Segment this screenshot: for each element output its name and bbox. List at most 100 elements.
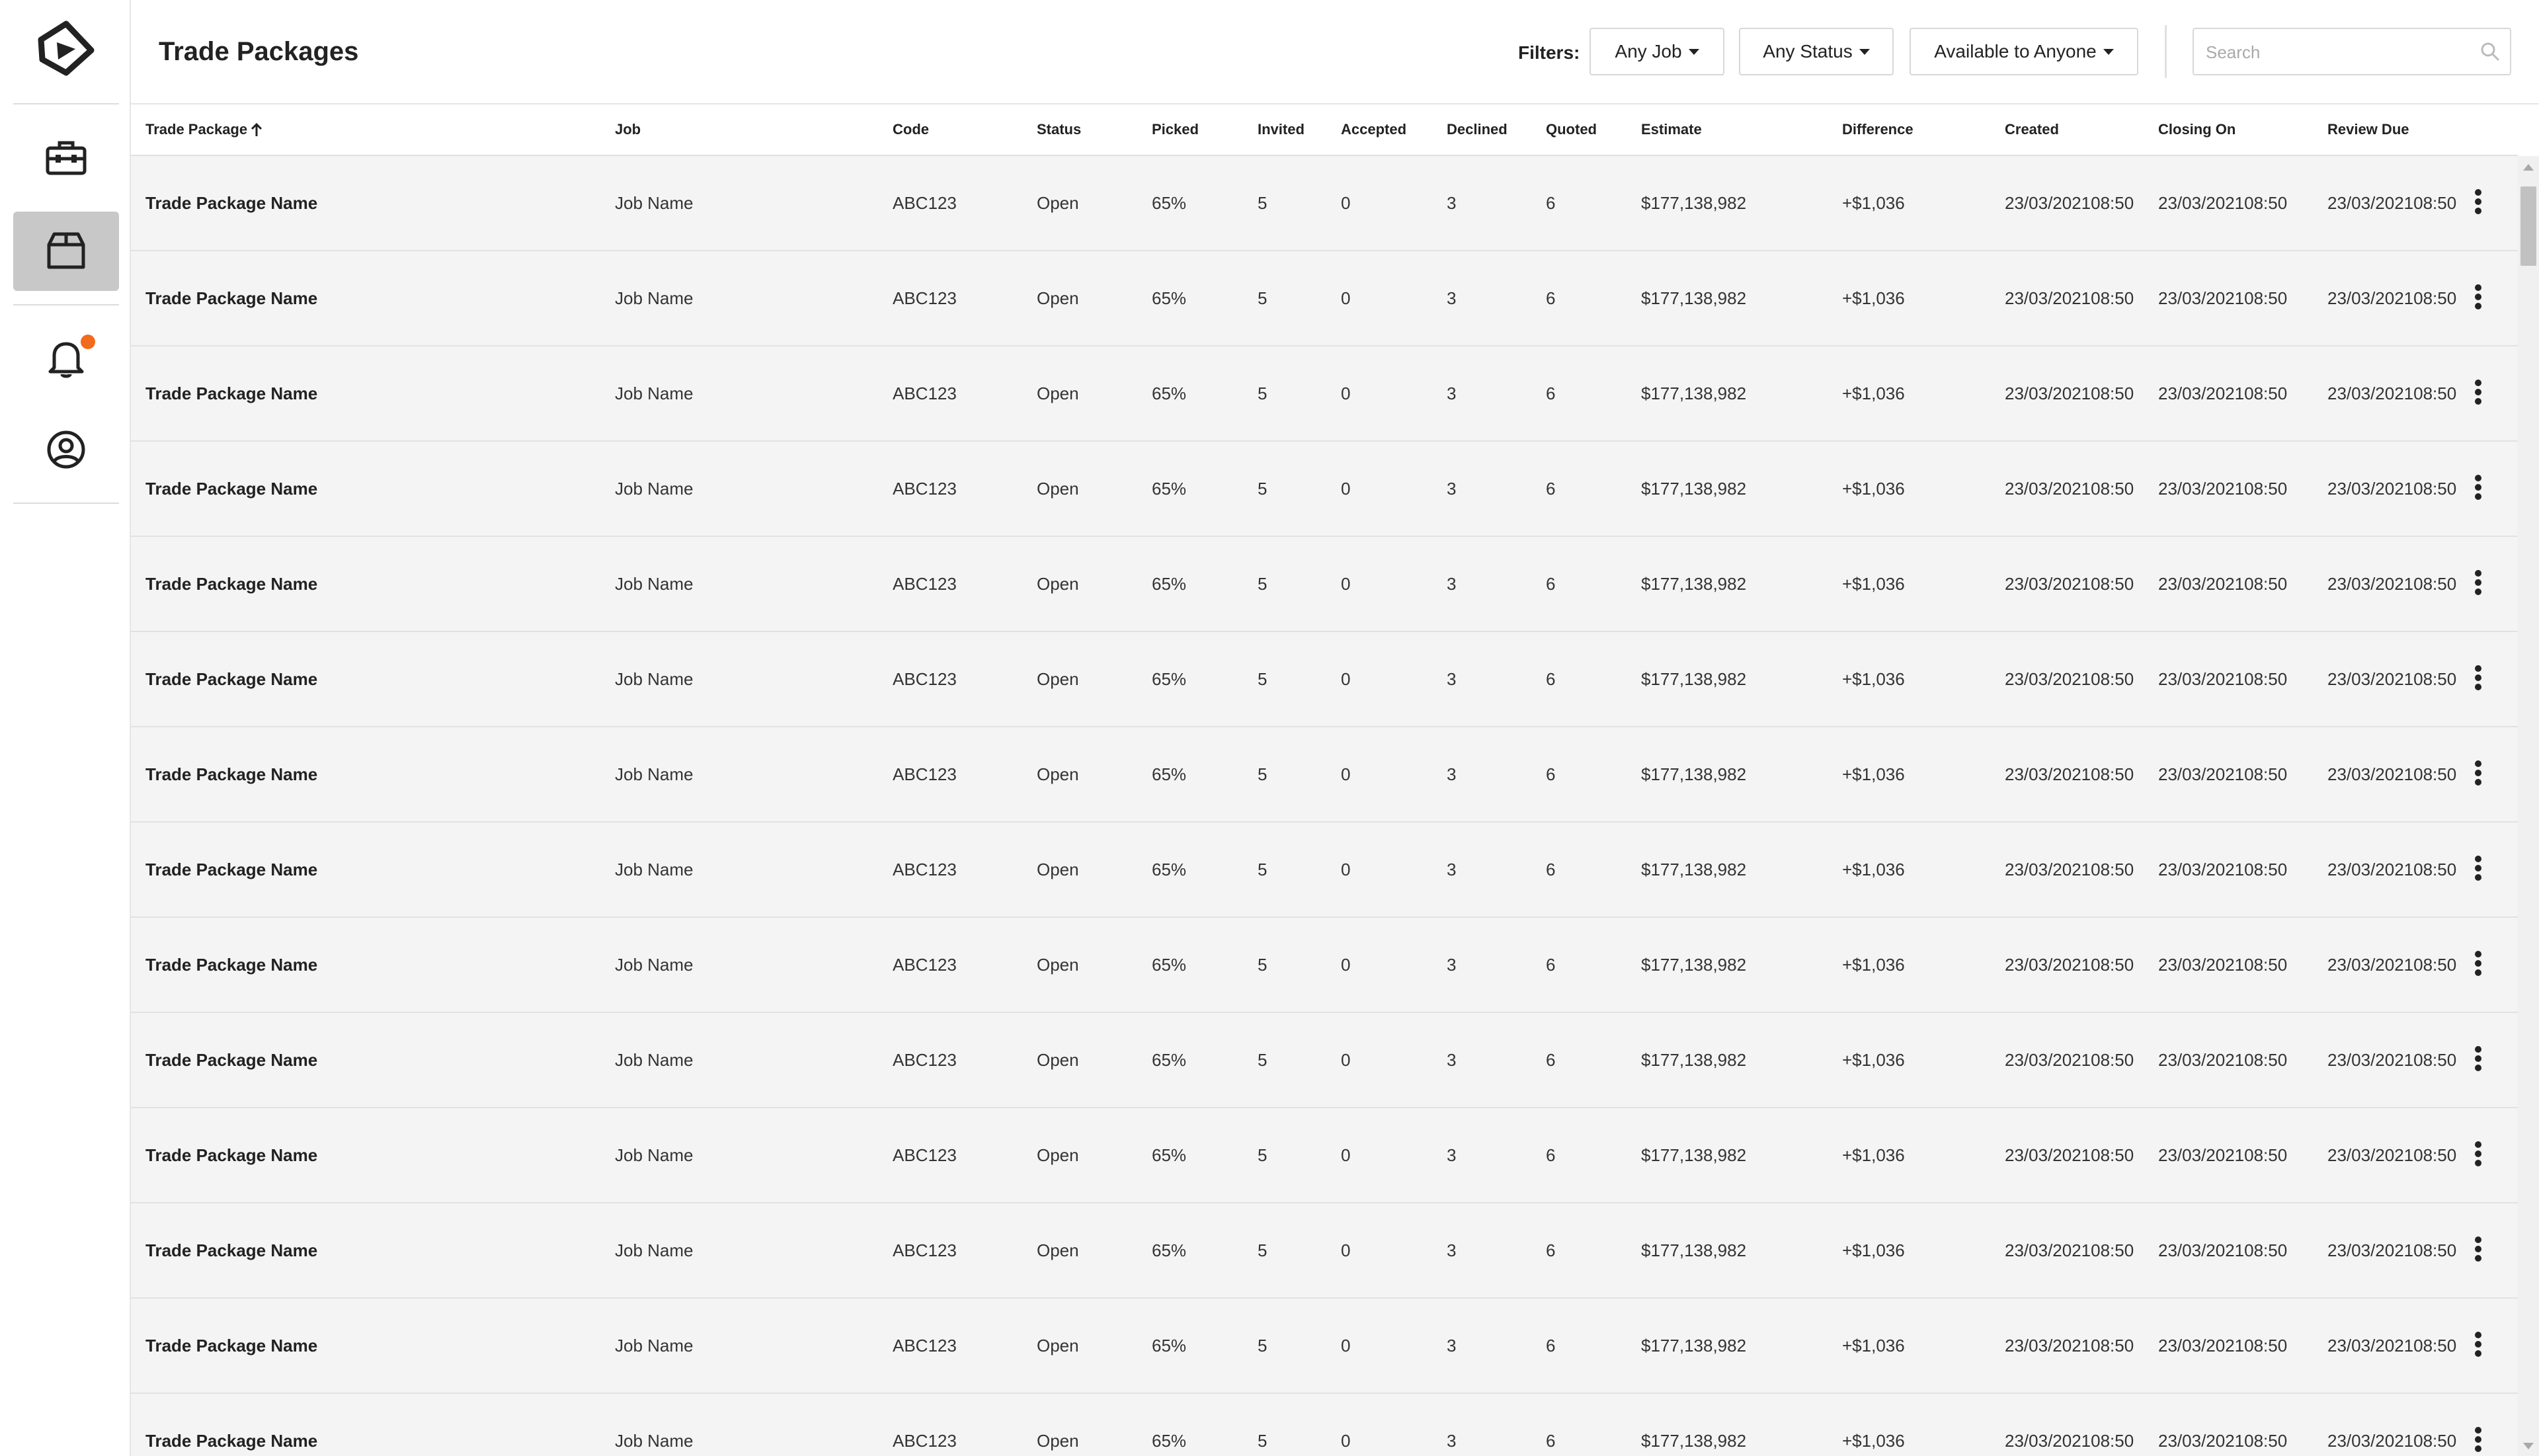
column-header-status[interactable]: Status: [1037, 104, 1081, 155]
cell-invited: 5: [1258, 954, 1268, 975]
search-icon[interactable]: [2479, 41, 2501, 62]
cell-review-time: 08:50: [2413, 193, 2457, 213]
cell-closing-date: 23/03/2021: [2158, 955, 2245, 975]
row-more-options-icon[interactable]: [2472, 570, 2485, 599]
cell-review: 23/03/2021 08:50: [2327, 537, 2456, 631]
column-header-trade-package[interactable]: Trade Package: [145, 104, 263, 155]
cell-code: ABC123: [893, 668, 957, 689]
sidebar-item-account[interactable]: [13, 410, 119, 489]
sidebar: [0, 0, 131, 1456]
column-header-job[interactable]: Job: [615, 104, 641, 155]
row-more-options-icon[interactable]: [2472, 1236, 2485, 1266]
column-header-invited[interactable]: Invited: [1258, 104, 1305, 155]
caret-down-icon: [1859, 48, 1870, 55]
table-row[interactable]: Trade Package Name Job Name ABC123 Open 65% 5…: [131, 1299, 2518, 1394]
column-header-difference[interactable]: Difference: [1842, 104, 1914, 155]
cell-status: Open: [1037, 954, 1079, 975]
cell-job: Job Name: [615, 192, 694, 213]
cell-created-time: 08:50: [2091, 1240, 2134, 1260]
search-box[interactable]: [2193, 28, 2511, 75]
cell-review: 23/03/2021 08:50: [2327, 918, 2456, 1012]
cell-estimate: $177,138,982: [1641, 859, 1747, 879]
row-more-options-icon[interactable]: [2472, 380, 2485, 409]
table-row[interactable]: Trade Package Name Job Name ABC123 Open 65% 5…: [131, 1013, 2518, 1108]
status-filter-dropdown[interactable]: Any Status: [1739, 28, 1894, 75]
table-row[interactable]: Trade Package Name Job Name ABC123 Open 65% 5…: [131, 632, 2518, 727]
scrollbar-thumb[interactable]: [2520, 186, 2536, 266]
column-header-closing-on[interactable]: Closing On: [2158, 104, 2236, 155]
table-row[interactable]: Trade Package Name Job Name ABC123 Open 65% 5…: [131, 442, 2518, 537]
sidebar-item-notifications[interactable]: [13, 319, 119, 398]
cell-name: Trade Package Name: [145, 1335, 318, 1355]
cell-created: 23/03/2021 08:50: [2005, 918, 2134, 1012]
cell-invited: 5: [1258, 764, 1268, 784]
row-more-options-icon[interactable]: [2472, 1046, 2485, 1075]
cell-difference: +$1,036: [1842, 383, 1905, 403]
search-input[interactable]: [2194, 29, 2472, 75]
column-header-code[interactable]: Code: [893, 104, 929, 155]
cell-picked: 65%: [1152, 1335, 1187, 1355]
cell-difference: +$1,036: [1842, 1430, 1905, 1451]
cell-created: 23/03/2021 08:50: [2005, 346, 2134, 440]
cell-quoted: 6: [1546, 1145, 1556, 1165]
cell-created-date: 23/03/2021: [2005, 1336, 2091, 1355]
table-row[interactable]: Trade Package Name Job Name ABC123 Open 65% 5…: [131, 251, 2518, 346]
table-row[interactable]: Trade Package Name Job Name ABC123 Open 65% 5…: [131, 823, 2518, 918]
cell-review: 23/03/2021 08:50: [2327, 346, 2456, 440]
app-logo-icon[interactable]: [34, 20, 98, 79]
scroll-up-arrow-icon[interactable]: [2523, 164, 2534, 171]
cell-review-time: 08:50: [2413, 764, 2457, 784]
column-header-accepted[interactable]: Accepted: [1341, 104, 1406, 155]
row-more-options-icon[interactable]: [2472, 665, 2485, 694]
cell-code: ABC123: [893, 288, 957, 308]
availability-filter-dropdown[interactable]: Available to Anyone: [1910, 28, 2138, 75]
cell-invited: 5: [1258, 573, 1268, 594]
table-row[interactable]: Trade Package Name Job Name ABC123 Open 65% 5…: [131, 918, 2518, 1013]
cell-created-time: 08:50: [2091, 479, 2134, 499]
cell-quoted: 6: [1546, 383, 1556, 403]
cell-difference: +$1,036: [1842, 764, 1905, 784]
row-more-options-icon[interactable]: [2472, 760, 2485, 789]
cell-code: ABC123: [893, 1049, 957, 1070]
cell-created-date: 23/03/2021: [2005, 574, 2091, 594]
cell-code: ABC123: [893, 1430, 957, 1451]
column-header-declined[interactable]: Declined: [1447, 104, 1508, 155]
column-header-picked[interactable]: Picked: [1152, 104, 1199, 155]
row-more-options-icon[interactable]: [2472, 1141, 2485, 1170]
cell-closing: 23/03/2021 08:50: [2158, 156, 2287, 250]
cell-review-time: 08:50: [2413, 288, 2457, 308]
cell-difference: +$1,036: [1842, 573, 1905, 594]
table-row[interactable]: Trade Package Name Job Name ABC123 Open 65% 5…: [131, 156, 2518, 251]
job-filter-dropdown[interactable]: Any Job: [1590, 28, 1724, 75]
cell-created-date: 23/03/2021: [2005, 1050, 2091, 1070]
sidebar-item-jobs[interactable]: [13, 118, 119, 197]
scroll-down-arrow-icon[interactable]: [2523, 1443, 2534, 1449]
column-header-estimate[interactable]: Estimate: [1641, 104, 1702, 155]
cell-declined: 3: [1447, 288, 1457, 308]
cell-closing: 23/03/2021 08:50: [2158, 918, 2287, 1012]
cell-name: Trade Package Name: [145, 1430, 318, 1451]
table-row[interactable]: Trade Package Name Job Name ABC123 Open 65% 5…: [131, 1203, 2518, 1299]
table-row[interactable]: Trade Package Name Job Name ABC123 Open 65% 5…: [131, 727, 2518, 823]
column-header-review-due[interactable]: Review Due: [2327, 104, 2409, 155]
column-header-created[interactable]: Created: [2005, 104, 2059, 155]
table-row[interactable]: Trade Package Name Job Name ABC123 Open 65% 5…: [131, 537, 2518, 632]
cell-code: ABC123: [893, 1335, 957, 1355]
cell-invited: 5: [1258, 1335, 1268, 1355]
row-more-options-icon[interactable]: [2472, 1332, 2485, 1361]
row-more-options-icon[interactable]: [2472, 284, 2485, 313]
table-row[interactable]: Trade Package Name Job Name ABC123 Open 65% 5…: [131, 1108, 2518, 1203]
vertical-scrollbar[interactable]: [2518, 156, 2539, 1456]
cell-review-date: 23/03/2021: [2327, 1240, 2414, 1260]
row-more-options-icon[interactable]: [2472, 189, 2485, 218]
cell-estimate: $177,138,982: [1641, 668, 1747, 689]
table-row[interactable]: Trade Package Name Job Name ABC123 Open 65% 5…: [131, 346, 2518, 442]
column-header-quoted[interactable]: Quoted: [1546, 104, 1597, 155]
row-more-options-icon[interactable]: [2472, 856, 2485, 885]
row-more-options-icon[interactable]: [2472, 951, 2485, 980]
row-more-options-icon[interactable]: [2472, 1427, 2485, 1456]
sidebar-item-trade-packages[interactable]: [13, 212, 119, 291]
cell-estimate: $177,138,982: [1641, 573, 1747, 594]
table-row[interactable]: Trade Package Name Job Name ABC123 Open 65% 5…: [131, 1394, 2518, 1456]
row-more-options-icon[interactable]: [2472, 475, 2485, 504]
